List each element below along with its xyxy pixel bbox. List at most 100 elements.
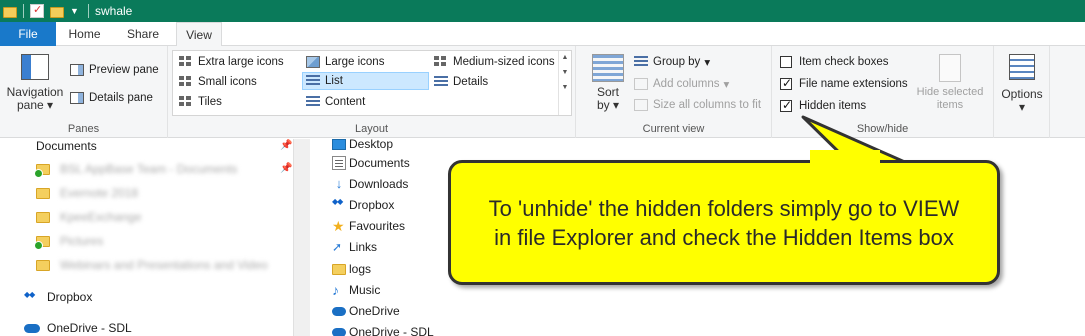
details-pane-icon	[70, 92, 84, 104]
list-icon	[306, 75, 320, 87]
list-item[interactable]: OneDrive	[332, 302, 400, 320]
pin-icon[interactable]: 📌	[280, 163, 292, 174]
tab-view[interactable]: View	[176, 22, 222, 47]
layout-gallery: Extra large icons Large icons Medium-siz…	[172, 50, 572, 116]
preview-pane-button[interactable]: Preview pane	[70, 64, 159, 76]
item-check-boxes-checkbox[interactable]	[780, 56, 792, 68]
new-folder-icon[interactable]	[50, 7, 64, 18]
group-by-icon	[634, 56, 648, 68]
chevron-down-icon: ▾	[1018, 100, 1026, 114]
content-icon	[306, 96, 320, 108]
annotation-callout: To 'unhide' the hidden folders simply go…	[448, 160, 1000, 285]
chevron-down-icon[interactable]: ▼	[559, 69, 571, 76]
sort-by-button[interactable]: Sort by ▾	[588, 54, 628, 112]
details-icon	[434, 76, 448, 88]
hidden-items-checkbox[interactable]	[780, 98, 792, 112]
more-icon[interactable]: ▼	[559, 84, 571, 91]
navigation-pane-icon	[21, 54, 49, 80]
size-columns-icon	[634, 99, 648, 111]
callout-pointer-cover	[810, 150, 880, 166]
size-all-columns-button[interactable]: Size all columns to fit	[634, 99, 761, 111]
nav-item-blurred[interactable]: Evernote 2018	[36, 186, 138, 200]
group-by-button[interactable]: Group by ▾	[634, 55, 710, 69]
nav-item-blurred[interactable]: BSL AppBase Team - Documents	[34, 162, 237, 178]
navigation-pane: Documents 📌 BSL AppBase Team - Documents…	[0, 139, 293, 336]
onedrive-icon	[332, 328, 346, 336]
group-label: Layout	[354, 123, 389, 135]
ribbon-tabs: File Home Share View	[0, 22, 1085, 47]
folder-icon	[36, 187, 50, 199]
layout-extra-large-icons[interactable]: Extra large icons	[176, 53, 284, 71]
list-item[interactable]: ♪ Music	[332, 281, 380, 299]
pin-icon[interactable]: 📌	[280, 140, 292, 151]
navigation-pane-button[interactable]: Navigation pane ▾	[4, 54, 66, 112]
properties-icon[interactable]	[30, 3, 44, 18]
folder-icon	[36, 259, 50, 271]
list-item[interactable]: OneDrive - SDL	[332, 323, 434, 336]
details-pane-label: Details pane	[89, 92, 153, 104]
onedrive-icon	[332, 307, 346, 316]
layout-medium-icons[interactable]: Medium-sized icons	[431, 53, 555, 71]
sync-badge-icon	[34, 240, 43, 250]
nav-item-onedrive-sdl[interactable]: OneDrive - SDL	[24, 321, 132, 335]
hide-selected-icon	[939, 54, 961, 82]
preview-pane-icon	[70, 64, 84, 76]
separator	[23, 4, 24, 18]
chevron-down-icon: ▾	[723, 79, 730, 91]
list-item[interactable]: Dropbox	[332, 196, 394, 214]
sort-by-icon	[592, 54, 624, 82]
tab-share[interactable]: Share	[113, 22, 173, 46]
list-item[interactable]: Documents	[332, 154, 410, 172]
dropbox-icon	[332, 197, 346, 212]
layout-large-icons[interactable]: Large icons	[303, 53, 384, 71]
documents-icon	[332, 156, 346, 170]
folder-icon	[332, 264, 346, 275]
extra-large-icons-icon	[179, 56, 193, 68]
chevron-down-icon[interactable]: ▼	[70, 6, 80, 16]
folder-icon	[34, 235, 50, 250]
current-view-group: Sort by ▾ Group by ▾ Add columns ▾ Size al…	[576, 46, 772, 138]
hide-selected-items-button[interactable]: Hide selected items	[912, 54, 988, 112]
sync-badge-icon	[34, 168, 43, 178]
nav-item-blurred[interactable]: Pictures	[34, 234, 103, 250]
music-icon: ♪	[332, 282, 339, 298]
nav-item-blurred[interactable]: KpeeExchange	[36, 210, 141, 224]
hidden-items-toggle[interactable]: Hidden items	[780, 98, 866, 112]
downloads-icon: ↓	[335, 176, 343, 191]
nav-item-blurred[interactable]: Webinars and Presentations and Video	[36, 258, 268, 272]
nav-scrollbar[interactable]	[293, 139, 310, 336]
list-item[interactable]: ➚ Links	[332, 238, 377, 256]
layout-content[interactable]: Content	[303, 93, 365, 111]
layout-tiles[interactable]: Tiles	[176, 93, 222, 111]
file-name-extensions-checkbox[interactable]	[780, 76, 792, 90]
small-icons-icon	[179, 76, 193, 88]
list-item[interactable]: Desktop	[332, 135, 393, 153]
chevron-down-icon: ▾	[704, 57, 711, 69]
callout-text: To 'unhide' the hidden folders simply go…	[488, 195, 960, 250]
file-name-extensions-toggle[interactable]: File name extensions	[780, 76, 908, 90]
dropbox-icon	[24, 290, 40, 303]
nav-item-documents[interactable]: Documents	[36, 139, 97, 153]
add-columns-button[interactable]: Add columns ▾	[634, 77, 729, 91]
list-item[interactable]: ↓ Downloads	[332, 175, 409, 193]
list-item[interactable]: logs	[332, 260, 371, 278]
chevron-up-icon[interactable]: ▲	[559, 54, 571, 61]
options-icon	[1009, 54, 1035, 80]
onedrive-icon	[24, 323, 40, 333]
tab-home[interactable]: Home	[56, 22, 113, 46]
preview-pane-label: Preview pane	[89, 64, 159, 76]
item-check-boxes-toggle[interactable]: Item check boxes	[780, 56, 888, 68]
favourites-icon: ★	[332, 218, 345, 234]
nav-item-dropbox[interactable]: Dropbox	[24, 290, 92, 304]
details-pane-button[interactable]: Details pane	[70, 92, 153, 104]
list-item[interactable]: ★ Favourites	[332, 217, 405, 235]
options-group: Options ▾	[994, 46, 1050, 138]
tab-file[interactable]: File	[0, 22, 56, 46]
gallery-scrollbar[interactable]: ▲ ▼ ▼	[558, 51, 571, 115]
folder-icon	[36, 211, 50, 223]
options-button[interactable]: Options ▾	[998, 54, 1046, 114]
layout-small-icons[interactable]: Small icons	[176, 73, 257, 91]
layout-list[interactable]: List	[302, 72, 429, 90]
layout-details[interactable]: Details	[431, 73, 488, 91]
large-icons-icon	[306, 56, 320, 68]
